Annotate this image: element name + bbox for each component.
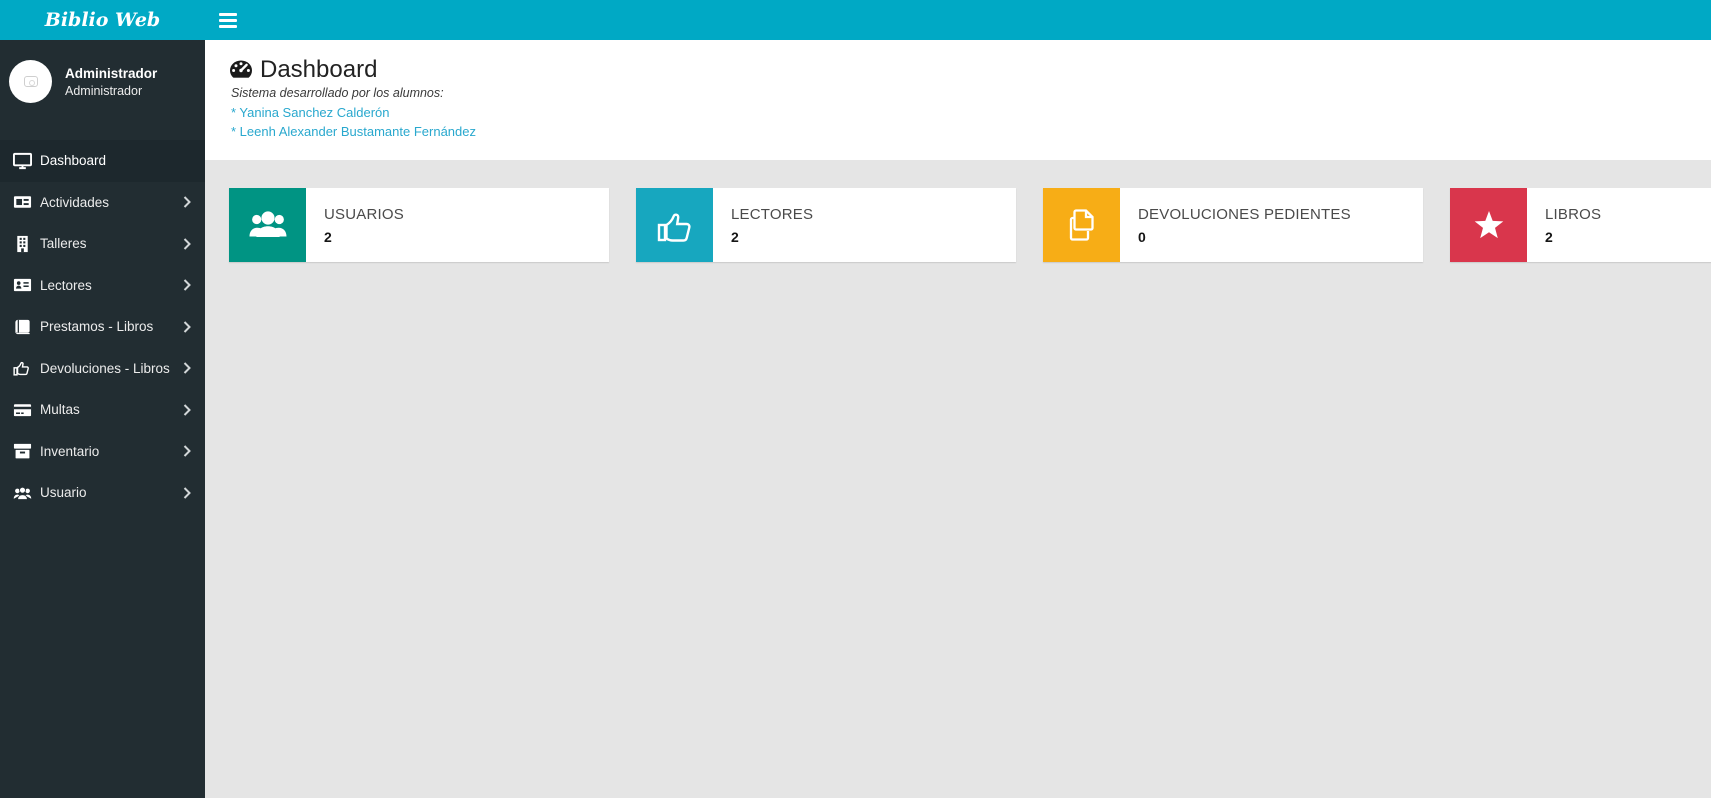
sidebar-item-label: Inventario	[40, 443, 100, 459]
author-link-2[interactable]: * Leenh Alexander Bustamante Fernández	[231, 124, 476, 139]
sidebar-item-multas[interactable]: Multas	[0, 389, 205, 431]
info-box-row: USUARIOS 2 LECTORES 2 DEVOLUCIONES PEDIE…	[229, 188, 1711, 262]
info-box-label: LECTORES	[731, 205, 814, 223]
brand-logo[interactable]: Biblio Web	[0, 0, 205, 40]
info-box-usuarios: USUARIOS 2	[229, 188, 609, 262]
sidebar-item-prestamos-libros[interactable]: Prestamos - Libros	[0, 306, 205, 348]
sidebar-item-label: Usuario	[40, 485, 87, 501]
sidebar-toggle-button[interactable]	[205, 0, 251, 40]
sidebar-item-lectores[interactable]: Lectores	[0, 265, 205, 307]
top-navbar: Biblio Web	[0, 0, 1711, 40]
page-subtitle: Sistema desarrollado por los alumnos:	[231, 86, 444, 100]
page-title: Dashboard	[260, 56, 378, 83]
info-box-label: LIBROS	[1545, 205, 1602, 223]
thumbs-up-icon	[13, 359, 32, 377]
sidebar-item-usuario[interactable]: Usuario	[0, 472, 205, 514]
sidebar-item-actividades[interactable]: Actividades	[0, 182, 205, 224]
info-box-value: 2	[1545, 228, 1553, 245]
user-panel: Administrador Administrador	[0, 40, 205, 140]
sidebar-item-label: Talleres	[40, 236, 87, 252]
chevron-right-icon	[183, 362, 191, 374]
chevron-right-icon	[183, 321, 191, 333]
user-name: Administrador	[65, 66, 158, 81]
sidebar-item-inventario[interactable]: Inventario	[0, 431, 205, 473]
info-box-value: 0	[1138, 228, 1146, 245]
id-card-icon	[13, 276, 32, 294]
avatar	[9, 60, 52, 103]
sidebar-item-talleres[interactable]: Talleres	[0, 223, 205, 265]
info-box-devoluciones-pendientes: DEVOLUCIONES PEDIENTES 0	[1043, 188, 1423, 262]
sidebar-item-label: Multas	[40, 402, 80, 418]
credit-card-icon	[13, 401, 32, 419]
info-box-value: 2	[324, 228, 332, 245]
sidebar-item-label: Actividades	[40, 194, 110, 210]
chevron-right-icon	[183, 196, 191, 208]
sidebar-item-label: Lectores	[40, 277, 92, 293]
chevron-right-icon	[183, 238, 191, 250]
sidebar-menu: Dashboard Actividades Talleres Lectores	[0, 140, 205, 514]
author-link-1[interactable]: * Yanina Sanchez Calderón	[231, 105, 390, 120]
users-icon	[229, 188, 306, 262]
dashboard-gauge-icon	[229, 60, 253, 82]
chevron-right-icon	[183, 487, 191, 499]
image-placeholder-icon	[23, 76, 38, 87]
info-box-label: DEVOLUCIONES PEDIENTES	[1138, 205, 1351, 223]
desktop-icon	[13, 152, 32, 170]
thumbs-up-icon	[636, 188, 713, 262]
sidebar-item-dashboard[interactable]: Dashboard	[0, 140, 205, 182]
sidebar-item-label: Dashboard	[40, 153, 107, 169]
star-icon	[1450, 188, 1527, 262]
chevron-right-icon	[183, 445, 191, 457]
newspaper-icon	[13, 193, 32, 211]
info-box-lectores: LECTORES 2	[636, 188, 1016, 262]
page-title-row: Dashboard	[229, 56, 377, 84]
sidebar-item-devoluciones-libros[interactable]: Devoluciones - Libros	[0, 348, 205, 390]
copy-icon	[1043, 188, 1120, 262]
chevron-right-icon	[183, 404, 191, 416]
users-icon	[13, 484, 32, 502]
user-role: Administrador	[65, 84, 143, 98]
sidebar: Administrador Administrador Dashboard Ac…	[0, 40, 205, 798]
sidebar-item-label: Prestamos - Libros	[40, 319, 154, 335]
hamburger-icon	[219, 12, 237, 16]
building-icon	[13, 235, 32, 253]
info-box-label: USUARIOS	[324, 205, 404, 223]
archive-icon	[13, 442, 32, 460]
content-header: Dashboard Sistema desarrollado por los a…	[205, 40, 1711, 160]
book-icon	[13, 318, 32, 336]
info-box-libros: LIBROS 2	[1450, 188, 1711, 262]
info-box-value: 2	[731, 228, 739, 245]
sidebar-item-label: Devoluciones - Libros	[40, 360, 170, 376]
chevron-right-icon	[183, 279, 191, 291]
